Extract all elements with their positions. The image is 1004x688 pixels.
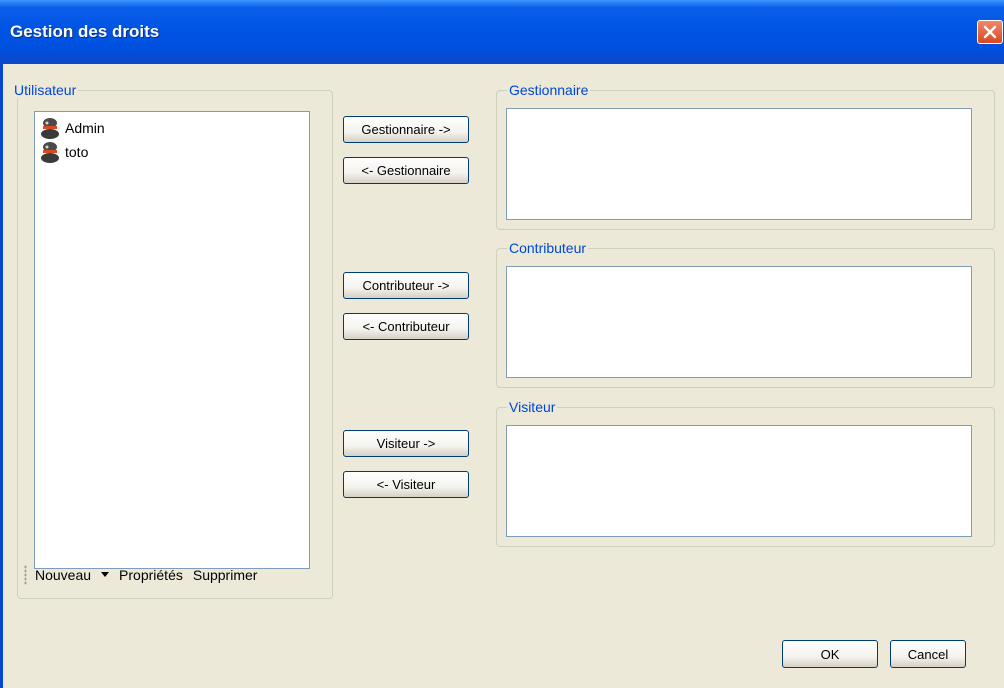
window-frame: [0, 64, 3, 688]
manager-list[interactable]: [506, 108, 972, 220]
new-user-label: Nouveau: [35, 567, 92, 583]
list-item-user-admin[interactable]: Admin: [39, 116, 105, 140]
add-visitor-button[interactable]: Visiteur ->: [343, 430, 469, 457]
close-icon: [983, 25, 997, 39]
window-title: Gestion des droits: [10, 22, 160, 41]
chevron-down-icon: [101, 572, 110, 577]
user-group-legend: Utilisateur: [12, 82, 79, 98]
cancel-button[interactable]: Cancel: [890, 640, 966, 668]
contributor-group-legend: Contributeur: [507, 240, 589, 256]
remove-manager-button[interactable]: <- Gestionnaire: [343, 157, 469, 184]
visitor-group-legend: Visiteur: [507, 399, 558, 415]
manager-group: Gestionnaire: [496, 82, 995, 230]
contributor-group: Contributeur: [496, 240, 995, 388]
user-group: Utilisateur Admin toto: [12, 82, 333, 599]
delete-button[interactable]: Supprimer: [193, 567, 258, 583]
remove-visitor-button[interactable]: <- Visiteur: [343, 471, 469, 498]
user-toolbar: Nouveau Propriétés Supprimer: [24, 563, 267, 587]
visitor-list[interactable]: [506, 425, 972, 537]
manager-group-legend: Gestionnaire: [507, 82, 591, 98]
remove-contributor-button[interactable]: <- Contributeur: [343, 313, 469, 340]
list-item-user-toto[interactable]: toto: [39, 140, 88, 164]
user-icon: [41, 142, 59, 163]
contributor-list[interactable]: [506, 266, 972, 378]
add-contributor-button[interactable]: Contributeur ->: [343, 272, 469, 299]
visitor-group: Visiteur: [496, 399, 995, 547]
ok-button[interactable]: OK: [782, 640, 878, 668]
toolbar-grip[interactable]: [24, 565, 27, 585]
user-list[interactable]: Admin toto: [34, 111, 310, 569]
user-icon: [41, 118, 59, 139]
title-bar: Gestion des droits: [0, 0, 1004, 64]
user-name: toto: [65, 144, 89, 160]
close-button[interactable]: [977, 20, 1003, 44]
add-manager-button[interactable]: Gestionnaire ->: [343, 116, 469, 143]
new-user-button[interactable]: Nouveau: [35, 567, 110, 583]
user-name: Admin: [65, 120, 105, 136]
properties-button[interactable]: Propriétés: [119, 567, 183, 583]
